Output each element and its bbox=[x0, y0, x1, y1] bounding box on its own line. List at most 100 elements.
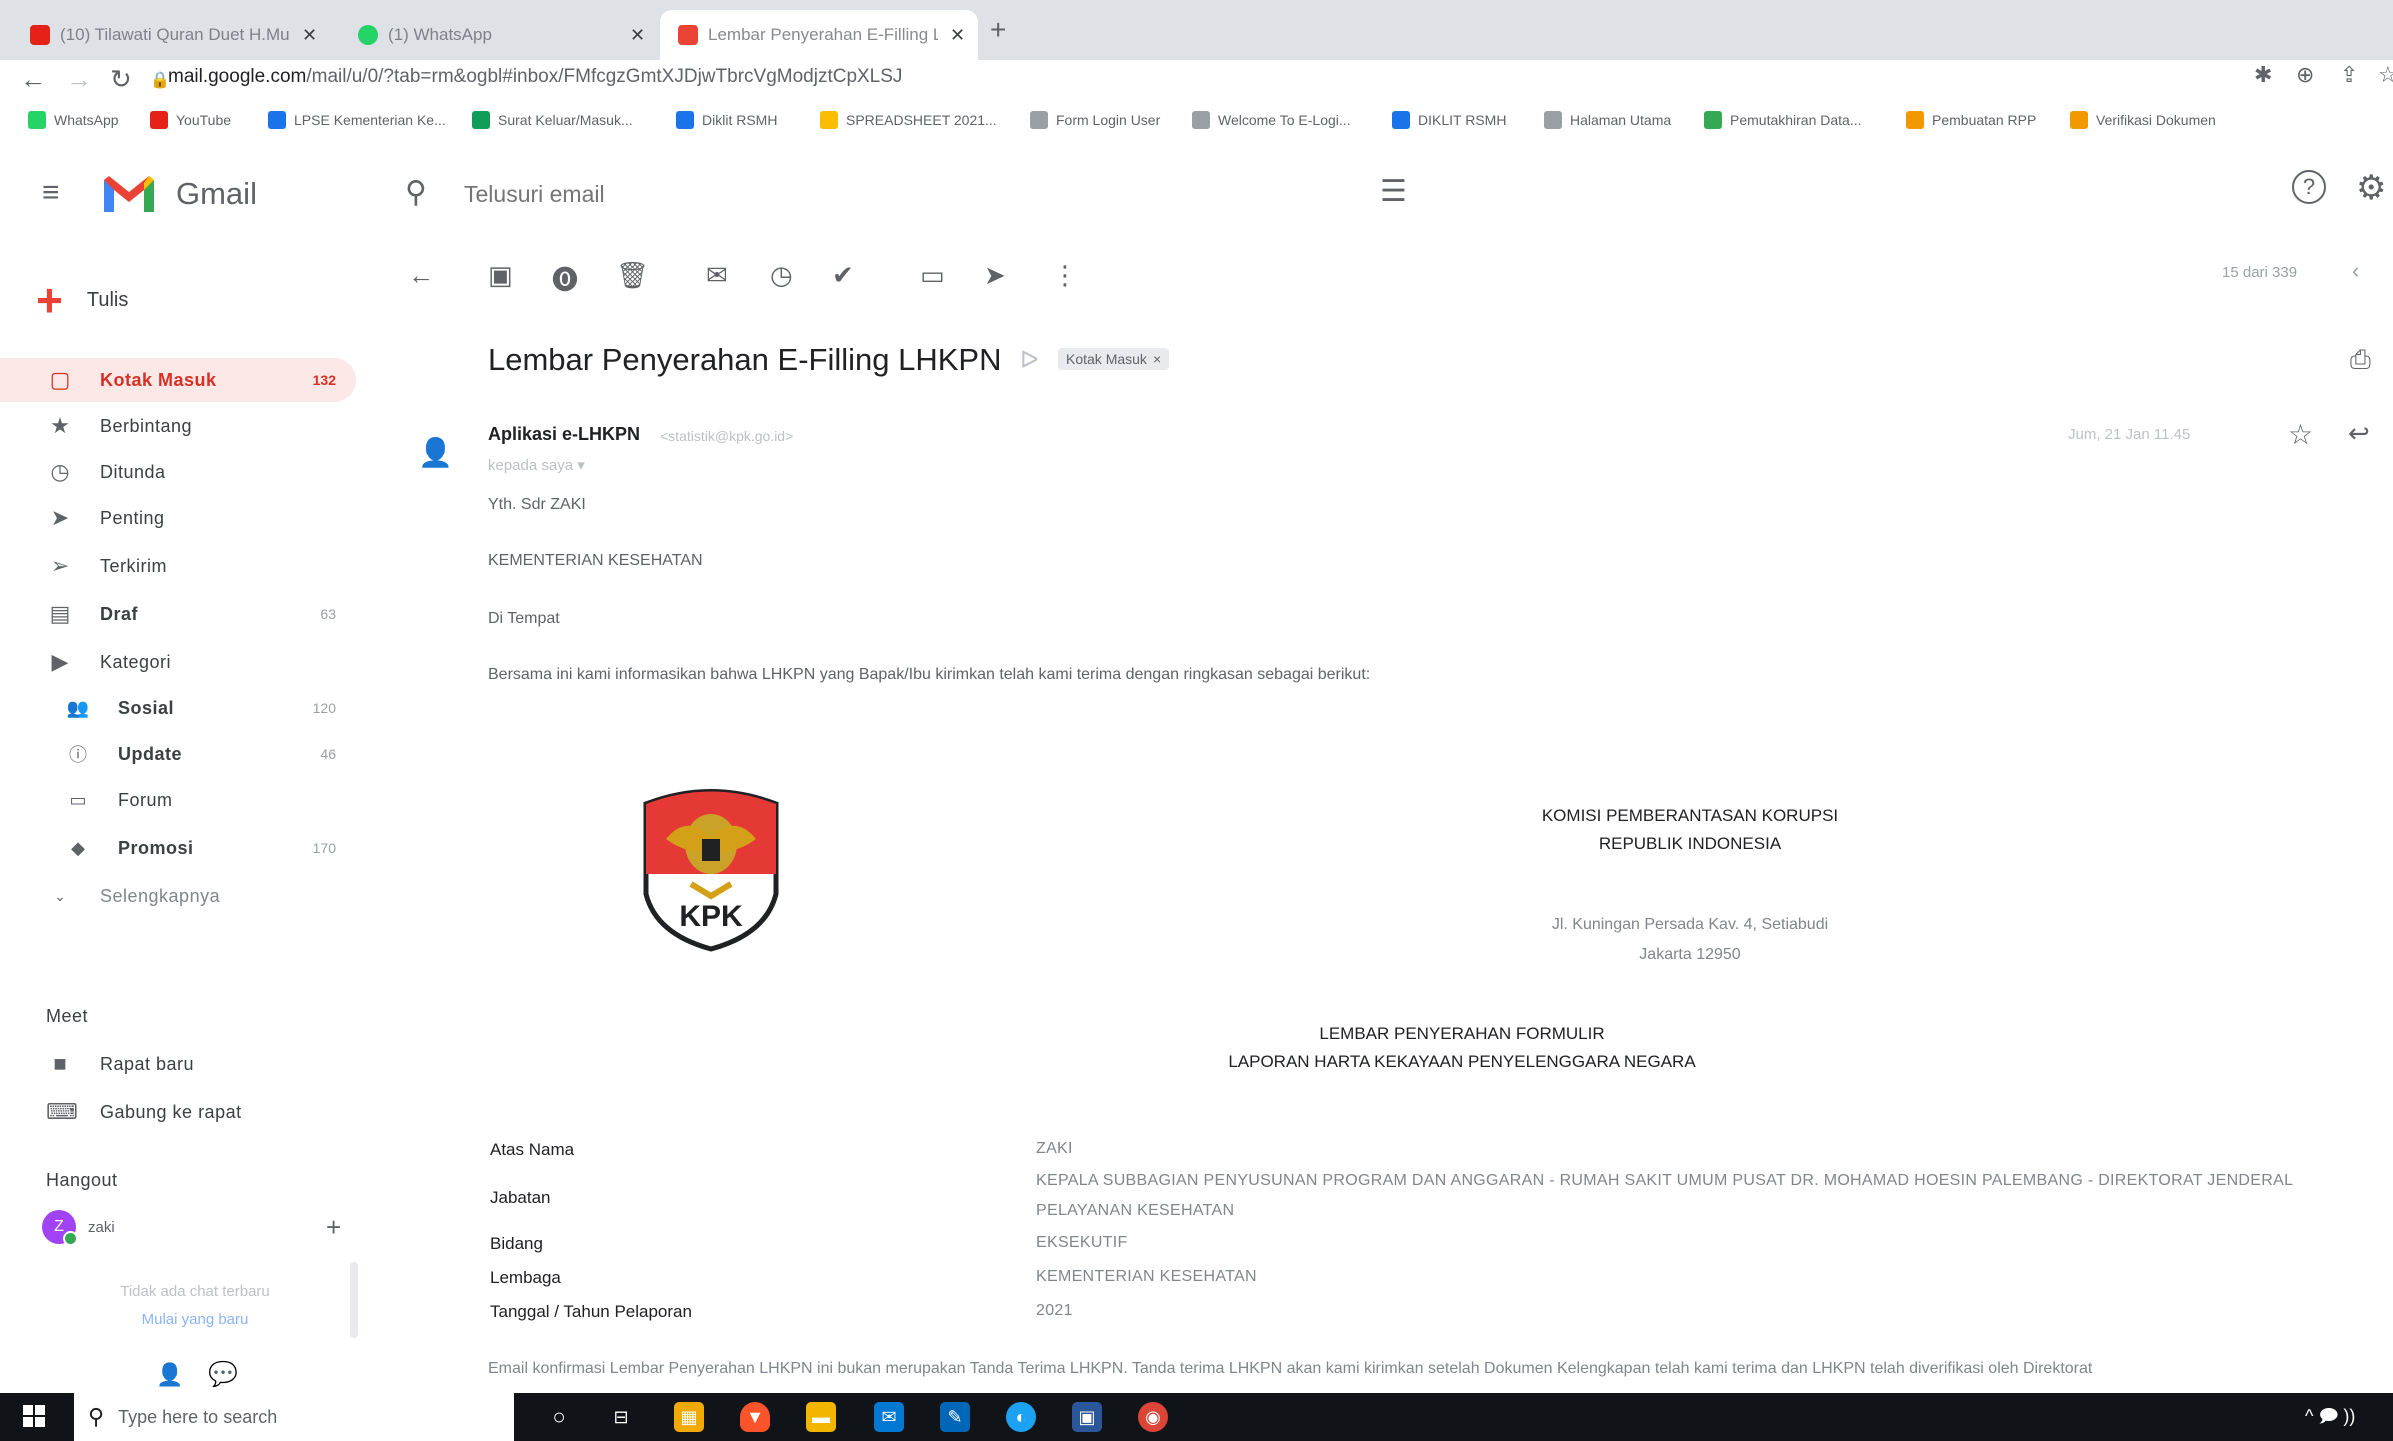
task-view-icon[interactable]: ○ bbox=[544, 1402, 574, 1432]
label-chip[interactable]: Kotak Masuk × bbox=[1058, 348, 1170, 370]
bookmark-item[interactable]: Welcome To E-Logi... bbox=[1192, 108, 1351, 132]
bookmark-item[interactable]: Halaman Utama bbox=[1544, 108, 1671, 132]
no-chat-text: Tidak ada chat terbaru bbox=[120, 1283, 270, 1300]
taskbar-search-box[interactable]: ⚲ Type here to search bbox=[74, 1393, 514, 1441]
sidebar-item-label: Ditunda bbox=[100, 461, 166, 482]
sidebar-item-new-meeting[interactable]: ■ Rapat baru bbox=[0, 1042, 356, 1086]
help-icon[interactable]: ? bbox=[2292, 170, 2326, 204]
bookmark-item[interactable]: Diklit RSMH bbox=[676, 108, 777, 132]
chat-bubble-icon[interactable]: 💬 bbox=[208, 1360, 238, 1389]
search-icon: ⚲ bbox=[88, 1404, 105, 1429]
system-tray[interactable]: ^ 🗩 )) bbox=[2305, 1404, 2355, 1434]
mail-icon[interactable]: ✉ bbox=[874, 1402, 904, 1432]
bookmark-item[interactable]: Surat Keluar/Masuk... bbox=[472, 108, 633, 132]
search-input[interactable] bbox=[462, 180, 1366, 209]
add-task-icon[interactable]: ✔ bbox=[832, 260, 854, 291]
close-icon[interactable]: ✕ bbox=[302, 25, 317, 46]
reload-icon[interactable]: ↻ bbox=[110, 64, 132, 95]
compose-button[interactable]: + Tulis bbox=[36, 272, 128, 328]
print-icon[interactable]: ⎙ bbox=[2350, 344, 2371, 376]
tab-whatsapp[interactable]: (1) WhatsApp ✕ bbox=[340, 10, 660, 60]
new-tab-button[interactable]: + bbox=[990, 14, 1006, 46]
file-explorer-icon[interactable]: ▬ bbox=[806, 1402, 836, 1432]
close-icon[interactable]: ✕ bbox=[630, 25, 645, 46]
store-icon[interactable]: ▦ bbox=[674, 1402, 704, 1432]
tab-gmail[interactable]: Lembar Penyerahan E-Filling LH... ✕ bbox=[660, 10, 978, 60]
notes-icon[interactable]: ✎ bbox=[940, 1402, 970, 1432]
close-icon[interactable]: ✕ bbox=[950, 25, 965, 46]
mark-unread-icon[interactable]: ✉ bbox=[706, 260, 728, 291]
hangout-user[interactable]: Z zaki bbox=[42, 1210, 115, 1246]
bookmark-item[interactable]: YouTube bbox=[150, 108, 231, 132]
bookmark-item[interactable]: SPREADSHEET 2021... bbox=[820, 108, 997, 132]
sidebar-item-more[interactable]: ⌄ Selengkapnya bbox=[0, 874, 356, 918]
recipient-details-toggle[interactable]: kepada saya ▾ bbox=[488, 456, 585, 474]
move-to-icon[interactable]: ▭ bbox=[920, 260, 945, 291]
widgets-icon[interactable]: ⊟ bbox=[606, 1402, 636, 1432]
add-chat-button[interactable]: + bbox=[326, 1212, 341, 1243]
start-new-chat-link[interactable]: Mulai yang baru bbox=[60, 1306, 330, 1334]
delete-icon[interactable]: 🗑 bbox=[616, 260, 649, 291]
sidebar-item-berbintang[interactable]: ★ Berbintang bbox=[0, 404, 356, 448]
reply-icon[interactable]: ↩ bbox=[2348, 418, 2370, 449]
bookmark-item[interactable]: Pemutakhiran Data... bbox=[1704, 108, 1862, 132]
sidebar-item-kotak-masuk[interactable]: ▢ Kotak Masuk 132 bbox=[0, 358, 356, 402]
sidebar-item-label: Update bbox=[118, 743, 183, 764]
snooze-icon[interactable]: ◷ bbox=[770, 260, 793, 291]
sidebar-item-terkirim[interactable]: ➢ Terkirim bbox=[0, 544, 356, 588]
bookmark-item[interactable]: WhatsApp bbox=[28, 108, 119, 132]
brave-browser-icon[interactable]: ▼ bbox=[740, 1402, 770, 1432]
unread-count: 46 bbox=[320, 746, 336, 762]
label-icon[interactable]: ➤ bbox=[984, 260, 1006, 291]
sidebar-category-forum[interactable]: ▭ Forum bbox=[0, 778, 356, 822]
bookmark-favicon-icon bbox=[1192, 111, 1210, 129]
remove-label-icon[interactable]: × bbox=[1153, 351, 1161, 367]
chevron-left-icon[interactable]: ‹ bbox=[2352, 258, 2359, 284]
sidebar-item-penting[interactable]: ➤ Penting bbox=[0, 496, 356, 540]
bookmark-item[interactable]: LPSE Kementerian Ke... bbox=[268, 108, 446, 132]
sidebar-item-kategori[interactable]: ▶ Kategori bbox=[0, 640, 356, 684]
org-name-line-2: REPUBLIK INDONESIA bbox=[1598, 834, 1782, 853]
back-to-inbox-icon[interactable]: ← bbox=[408, 260, 434, 291]
star-icon[interactable]: ☆ bbox=[2288, 418, 2313, 451]
edge-browser-icon[interactable]: ◐ bbox=[1006, 1402, 1036, 1432]
bookmark-item[interactable]: DIKLIT RSMH bbox=[1392, 108, 1506, 132]
sidebar-category-sosial[interactable]: 👥 Sosial 120 bbox=[0, 686, 356, 730]
sidebar-item-join-meeting[interactable]: ⌨ Gabung ke rapat bbox=[0, 1090, 356, 1134]
bookmark-label: Pemutakhiran Data... bbox=[1730, 112, 1862, 128]
bookmark-item[interactable]: Verifikasi Dokumen bbox=[2070, 108, 2216, 132]
windows-start-icon[interactable] bbox=[22, 1404, 48, 1428]
settings-gear-icon[interactable]: ⚙ bbox=[2356, 168, 2386, 208]
important-marker-icon[interactable]: ᐅ bbox=[1020, 346, 1038, 375]
sidebar-item-draf[interactable]: ▤ Draf 63 bbox=[0, 592, 356, 636]
search-options-icon[interactable]: ☰ bbox=[1380, 174, 1407, 209]
forward-icon[interactable]: → bbox=[66, 64, 92, 95]
report-spam-icon[interactable]: ⓿ bbox=[552, 260, 578, 297]
sidebar-category-promosi[interactable]: ◆ Promosi 170 bbox=[0, 826, 356, 870]
hangout-user-name: zaki bbox=[88, 1218, 115, 1236]
bookmark-label: LPSE Kementerian Ke... bbox=[294, 112, 446, 128]
more-vert-icon[interactable]: ⋮ bbox=[1052, 260, 1078, 291]
bookmark-item[interactable]: Pembuatan RPP bbox=[1906, 108, 2036, 132]
menu-icon[interactable]: ≡ bbox=[42, 176, 60, 210]
address-bar[interactable]: mail.google.com/mail/u/0/?tab=rm&ogbl#in… bbox=[168, 66, 902, 88]
sidebar-item-ditunda[interactable]: ◷ Ditunda bbox=[0, 450, 356, 494]
search-icon[interactable]: ⚲ bbox=[405, 175, 427, 210]
back-icon[interactable]: ← bbox=[20, 64, 46, 95]
sidebar-category-update[interactable]: ⓘ Update 46 bbox=[0, 732, 356, 776]
field-value-institution: KEMENTERIAN KESEHATAN bbox=[1036, 1268, 1257, 1285]
bookmark-item[interactable]: Form Login User bbox=[1030, 108, 1160, 132]
share-icon[interactable]: ⇪ bbox=[2340, 62, 2358, 88]
sidebar-item-label: Promosi bbox=[118, 837, 194, 858]
archive-icon[interactable]: ▣ bbox=[488, 260, 513, 291]
youtube-icon bbox=[30, 25, 50, 45]
chrome-browser-icon[interactable]: ◉ bbox=[1138, 1402, 1168, 1432]
app-window-icon[interactable]: ▣ bbox=[1072, 1402, 1102, 1432]
browser-tab-bar: (10) Tilawati Quran Duet H.Mu... ✕ (1) W… bbox=[0, 0, 2393, 60]
chat-scrollbar[interactable] bbox=[350, 1262, 358, 1338]
tab-youtube[interactable]: (10) Tilawati Quran Duet H.Mu... ✕ bbox=[12, 10, 342, 60]
bookmark-star-icon[interactable]: ☆ bbox=[2378, 62, 2393, 88]
zoom-icon[interactable]: ⊕ bbox=[2296, 62, 2314, 88]
person-icon[interactable]: 👤 bbox=[156, 1362, 183, 1388]
extension-icon[interactable]: ✱ bbox=[2254, 62, 2272, 88]
